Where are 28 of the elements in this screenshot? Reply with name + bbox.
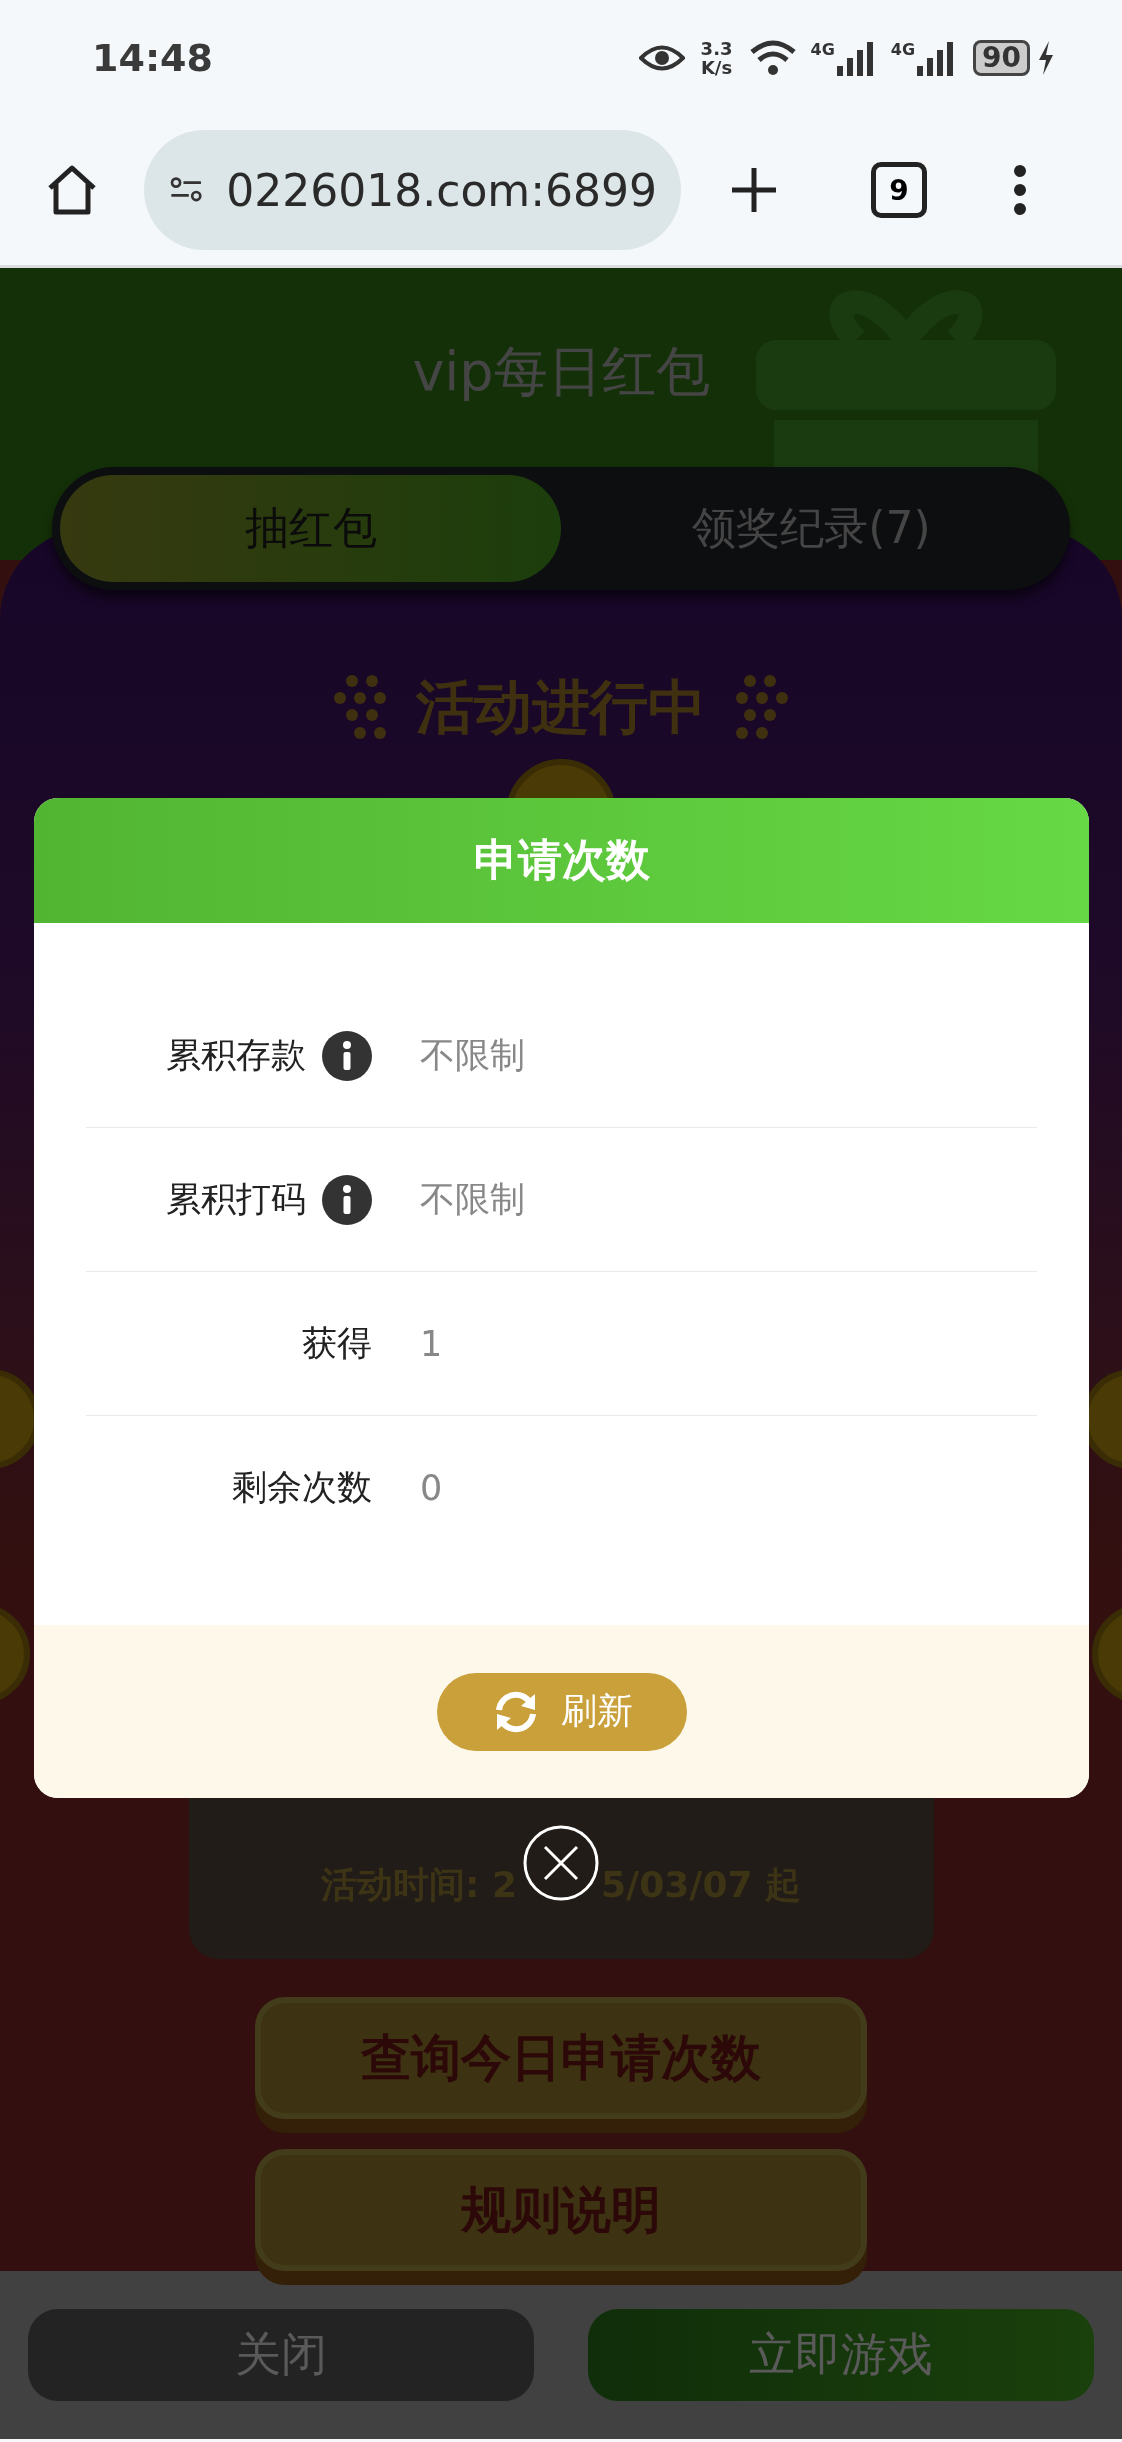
info-icon[interactable] [322,1030,372,1081]
url-text: 0226018.com:6899 [226,164,657,216]
battery-icon: 90 [973,39,1030,76]
tab-count-button[interactable]: 9 [871,162,927,218]
field-value: 0 [420,1467,443,1508]
field-label: 获得 [302,1322,372,1365]
network-type: 4G [810,39,835,59]
network-speed: 3.3 K/s [700,38,733,77]
field-label: 累积存款 [166,1034,306,1077]
clock: 14:48 [92,35,213,80]
play-button[interactable]: 立即游戏 [588,2309,1094,2402]
wifi-icon [748,39,797,76]
field-label: 剩余次数 [232,1466,372,1509]
field-value: 不限制 [420,1178,525,1221]
refresh-button[interactable]: 刷新 [436,1672,687,1751]
close-icon[interactable] [523,1825,599,1901]
charging-icon [1038,40,1054,75]
tab[interactable]: 领奖纪录(7) [561,475,1062,583]
new-tab-icon[interactable] [729,165,779,215]
field-value: 不限制 [420,1034,525,1077]
more-menu-icon[interactable] [1013,165,1027,215]
info-icon[interactable] [322,1174,372,1225]
dialog-title: 申请次数 [473,833,650,887]
network-type: 4G [890,39,916,59]
page-title: vip每日红包 [412,339,710,405]
field-value: 1 [420,1323,443,1364]
field-label: 累积打码 [166,1178,306,1221]
address-bar[interactable]: 0226018.com:6899 [144,130,681,250]
